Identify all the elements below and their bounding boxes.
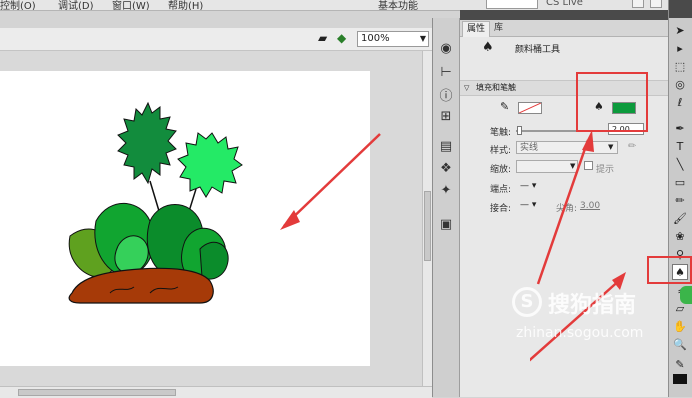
- properties-panel: 属性 库 ♠ 颜料桶工具 ▽ 填充和笔触 ✎ ♠ 笔触: 2.00 样式: 实线…: [460, 20, 668, 397]
- edit-symbol-icon[interactable]: ◆: [337, 31, 346, 45]
- horizontal-scroll-thumb[interactable]: [18, 389, 176, 396]
- transform-panel-icon[interactable]: ⊞: [438, 108, 454, 124]
- menu-window[interactable]: 窗口(W): [112, 0, 150, 10]
- vertical-scroll-thumb[interactable]: [424, 191, 431, 261]
- text-icon[interactable]: T: [672, 138, 688, 154]
- flower-left[interactable]: [117, 101, 177, 185]
- chevron-down-icon: ▼: [419, 34, 426, 43]
- paint-bucket-icon: ♠: [482, 40, 494, 55]
- fill-color-icon[interactable]: [673, 374, 687, 384]
- stroke-slider-thumb[interactable]: [517, 126, 522, 135]
- cap-label: 端点:: [490, 185, 512, 195]
- panel-header: [460, 10, 668, 20]
- stage-toolbar: ▰ ◆ 100% ▼: [0, 28, 432, 51]
- line-icon[interactable]: ╲: [672, 156, 688, 172]
- info-panel-icon[interactable]: ⓘ: [438, 86, 454, 104]
- search-field[interactable]: [486, 0, 538, 9]
- subselect-icon[interactable]: ▸: [672, 40, 688, 56]
- green-badge: [680, 286, 692, 304]
- motion-presets-icon[interactable]: ✦: [438, 182, 454, 198]
- align-panel-icon[interactable]: ⊢: [438, 64, 454, 80]
- stroke-pencil-icon: ✎: [500, 100, 510, 113]
- brush-icon[interactable]: 🖌: [672, 210, 688, 226]
- collapse-icon[interactable]: ▽: [464, 81, 469, 95]
- leaf-right[interactable]: [199, 241, 229, 280]
- zoom-select[interactable]: 100% ▼: [357, 31, 429, 47]
- hand-icon[interactable]: ✋: [672, 318, 688, 334]
- pencil-icon[interactable]: ✏: [672, 192, 688, 208]
- minimize-button[interactable]: [632, 0, 644, 8]
- transform-icon[interactable]: ⬚: [672, 58, 688, 74]
- tool-title: 颜料桶工具: [515, 45, 561, 55]
- zoom-value: 100%: [361, 33, 390, 44]
- scale-label: 缩放:: [490, 165, 512, 175]
- menu-debug[interactable]: 调试(D): [58, 0, 94, 10]
- history-panel-icon[interactable]: ▤: [438, 138, 454, 154]
- color-panel-icon[interactable]: ◉: [438, 40, 454, 56]
- zoom-icon[interactable]: 🔍: [672, 336, 688, 352]
- tab-library[interactable]: 库: [490, 21, 507, 36]
- deco-icon[interactable]: ❀: [672, 228, 688, 244]
- annotation-arrows-panel: [530, 130, 626, 362]
- highlight-box-tool: [647, 256, 692, 284]
- 3d-rotate-icon[interactable]: ◎: [672, 76, 688, 92]
- join-label: 接合:: [490, 204, 512, 214]
- no-color-icon: [518, 102, 542, 114]
- panel-dock-strip: ◉ ⊢ ⓘ ⊞ ▤ ❖ ✦ ▣: [432, 18, 460, 397]
- menu-bar: 控制(O) 调试(D) 窗口(W) 帮助(H): [0, 0, 432, 11]
- annotation-arrow-canvas: [280, 133, 381, 230]
- arrow-icon[interactable]: ➤: [672, 22, 688, 38]
- flower-right[interactable]: [177, 132, 243, 198]
- menu-control[interactable]: 控制(O): [0, 0, 36, 10]
- lasso-icon[interactable]: ℓ: [672, 94, 688, 110]
- components-panel-icon[interactable]: ❖: [438, 160, 454, 176]
- stroke-color-icon[interactable]: ✎: [672, 356, 688, 372]
- pen-icon[interactable]: ✒: [672, 120, 688, 136]
- cs-live-button[interactable]: CS Live: [546, 0, 583, 8]
- edit-scene-icon[interactable]: ▰: [318, 31, 327, 45]
- menu-help[interactable]: 帮助(H): [168, 0, 203, 10]
- rectangle-icon[interactable]: ▭: [672, 174, 688, 190]
- workspace-switcher[interactable]: 基本功能: [378, 0, 418, 10]
- tab-properties[interactable]: 属性: [462, 21, 491, 37]
- stroke-label: 笔触:: [490, 128, 512, 138]
- tools-panel: ➤ ▸ ⬚ ◎ ℓ ✒ T ╲ ▭ ✏ 🖌 ❀ ⚲ ♠ ⸗ ▱ ✋ 🔍 ✎: [668, 0, 692, 397]
- code-snippets-icon[interactable]: ▣: [438, 216, 454, 232]
- stroke-color-swatch[interactable]: [518, 102, 542, 114]
- highlight-box-fill: [576, 72, 648, 132]
- maximize-button[interactable]: [650, 0, 662, 8]
- horizontal-scrollbar[interactable]: [0, 386, 432, 398]
- style-label: 样式:: [490, 146, 512, 156]
- panel-tabs: 属性 库: [460, 20, 668, 37]
- tools-panel-header: [669, 0, 692, 18]
- section-title: 填充和笔触: [476, 83, 516, 92]
